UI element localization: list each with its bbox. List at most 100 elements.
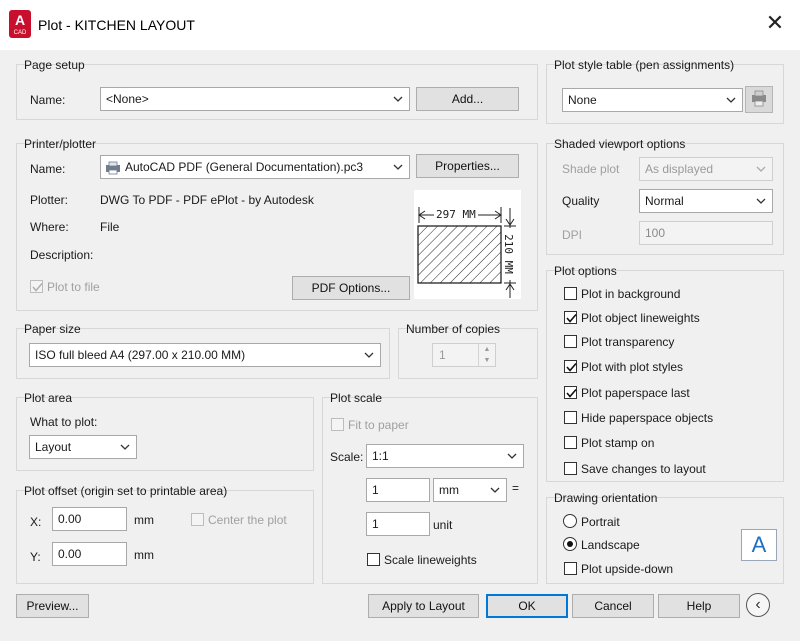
close-icon[interactable]: ✕ — [763, 12, 787, 36]
plot-option-checkbox[interactable] — [564, 287, 577, 300]
scale-label: Scale: — [330, 450, 364, 464]
preview-button[interactable]: Preview... — [16, 594, 89, 618]
ok-button[interactable]: OK — [486, 594, 568, 618]
plot-to-file-checkbox[interactable] — [30, 280, 43, 293]
properties-button[interactable]: Properties... — [416, 154, 519, 178]
copies-value: 1 — [439, 348, 446, 362]
where-value: File — [100, 220, 120, 234]
plot-upside-down-checkbox[interactable] — [564, 562, 577, 575]
cancel-button[interactable]: Cancel — [572, 594, 654, 618]
plot-option-label: Hide paperspace objects — [581, 411, 714, 425]
paper-size-label: Paper size — [24, 322, 81, 336]
description-label: Description: — [30, 248, 94, 262]
chevron-down-icon — [393, 162, 403, 172]
pdf-options-button[interactable]: PDF Options... — [292, 276, 410, 300]
plot-options-label: Plot options — [554, 264, 617, 278]
scale-lineweights-label: Scale lineweights — [384, 553, 477, 567]
plot-style-dropdown[interactable]: None — [562, 88, 743, 112]
where-label: Where: — [30, 220, 69, 234]
what-to-plot-label: What to plot: — [30, 415, 98, 429]
scale-unit-label: unit — [433, 518, 453, 532]
add-page-setup-button[interactable]: Add... — [416, 87, 519, 111]
dpi-input[interactable]: 100 — [639, 221, 773, 245]
chevron-down-icon — [507, 451, 517, 461]
scale-equals-label: = — [512, 481, 520, 495]
landscape-radio[interactable] — [563, 537, 577, 551]
page-setup-label: Page setup — [24, 58, 85, 72]
printer-name-dropdown[interactable]: AutoCAD PDF (General Documentation).pc3 — [100, 155, 410, 179]
landscape-orientation-icon: A — [741, 529, 777, 561]
plot-option-checkbox[interactable] — [564, 335, 577, 348]
offset-y-unit: mm — [134, 548, 154, 562]
edit-plot-style-icon[interactable] — [745, 86, 773, 113]
scale-dropdown[interactable]: 1:1 — [366, 444, 524, 468]
plotter-icon — [105, 160, 121, 175]
chevron-down-icon — [756, 196, 766, 206]
apply-to-layout-button[interactable]: Apply to Layout — [368, 594, 479, 618]
plot-option-checkbox[interactable] — [564, 386, 577, 399]
offset-y-input[interactable]: 0.00 — [52, 542, 127, 566]
scale-unit-input[interactable]: 1 — [366, 512, 430, 536]
fit-to-paper-label: Fit to paper — [348, 418, 409, 432]
paper-preview: 297 MM 210 MM — [414, 190, 521, 299]
chevron-up-icon[interactable]: ▲ — [479, 344, 495, 355]
plot-option-checkbox[interactable] — [564, 311, 577, 324]
drawing-orientation-label: Drawing orientation — [554, 491, 658, 505]
collapse-arrow-icon[interactable]: ‹ — [746, 593, 770, 617]
what-to-plot-dropdown[interactable]: Layout — [29, 435, 137, 459]
printer-plotter-label: Printer/plotter — [24, 137, 97, 151]
plot-option-label: Plot with plot styles — [581, 360, 684, 374]
plot-area-label: Plot area — [24, 391, 73, 405]
plot-style-value: None — [568, 93, 597, 107]
offset-x-label: X: — [30, 515, 42, 529]
dpi-label: DPI — [562, 228, 583, 242]
plot-style-label: Plot style table (pen assignments) — [554, 58, 735, 72]
preview-width-label: 297 MM — [434, 208, 478, 221]
checkmark-icon — [566, 362, 577, 372]
offset-y-label: Y: — [30, 550, 41, 564]
plot-option-label: Plot object lineweights — [581, 311, 700, 325]
copies-stepper[interactable]: 1 ▲ ▼ — [432, 343, 496, 367]
shade-plot-dropdown[interactable]: As displayed — [639, 157, 773, 181]
plot-to-file-label: Plot to file — [47, 280, 100, 294]
paper-size-dropdown[interactable]: ISO full bleed A4 (297.00 x 210.00 MM) — [29, 343, 381, 367]
fit-to-paper-checkbox[interactable] — [331, 418, 344, 431]
plot-option-checkbox[interactable] — [564, 360, 577, 373]
paper-size-value: ISO full bleed A4 (297.00 x 210.00 MM) — [35, 348, 246, 362]
offset-x-unit: mm — [134, 513, 154, 527]
plot-option-label: Save changes to layout — [581, 462, 706, 476]
center-plot-checkbox[interactable] — [191, 513, 204, 526]
printer-name-label: Name: — [30, 162, 66, 176]
what-to-plot-value: Layout — [35, 440, 72, 454]
plot-area-group — [16, 397, 314, 471]
autocad-app-icon: A CAD — [9, 10, 31, 38]
shade-plot-label: Shade plot — [562, 162, 620, 176]
scale-units-dropdown[interactable]: mm — [433, 478, 507, 502]
plot-scale-label: Plot scale — [330, 391, 383, 405]
plot-offset-group — [16, 490, 314, 584]
plot-option-label: Plot in background — [581, 287, 681, 301]
help-button[interactable]: Help — [658, 594, 740, 618]
printer-name-value: AutoCAD PDF (General Documentation).pc3 — [125, 160, 364, 174]
offset-x-input[interactable]: 0.00 — [52, 507, 127, 531]
plot-option-checkbox[interactable] — [564, 411, 577, 424]
page-setup-name-dropdown[interactable]: <None> — [100, 87, 410, 111]
quality-dropdown[interactable]: Normal — [639, 189, 773, 213]
copies-label: Number of copies — [406, 322, 501, 336]
plot-option-checkbox[interactable] — [564, 436, 577, 449]
scale-units-value: mm — [439, 483, 459, 497]
radio-selected-dot — [567, 541, 573, 547]
plot-option-checkbox[interactable] — [564, 462, 577, 475]
chevron-down-icon — [393, 94, 403, 104]
shade-plot-value: As displayed — [645, 162, 714, 176]
plotter-label: Plotter: — [30, 193, 69, 207]
portrait-label: Portrait — [581, 515, 620, 529]
scale-mm-input[interactable]: 1 — [366, 478, 430, 502]
scale-lineweights-checkbox[interactable] — [367, 553, 380, 566]
chevron-down-icon[interactable]: ▼ — [479, 355, 495, 366]
chevron-down-icon — [756, 164, 766, 174]
title-bar: A CAD Plot - KITCHEN LAYOUT ✕ — [0, 0, 800, 50]
preview-height-label: 210 MM — [502, 228, 515, 280]
portrait-radio[interactable] — [563, 514, 577, 528]
window-title: Plot - KITCHEN LAYOUT — [38, 17, 195, 33]
